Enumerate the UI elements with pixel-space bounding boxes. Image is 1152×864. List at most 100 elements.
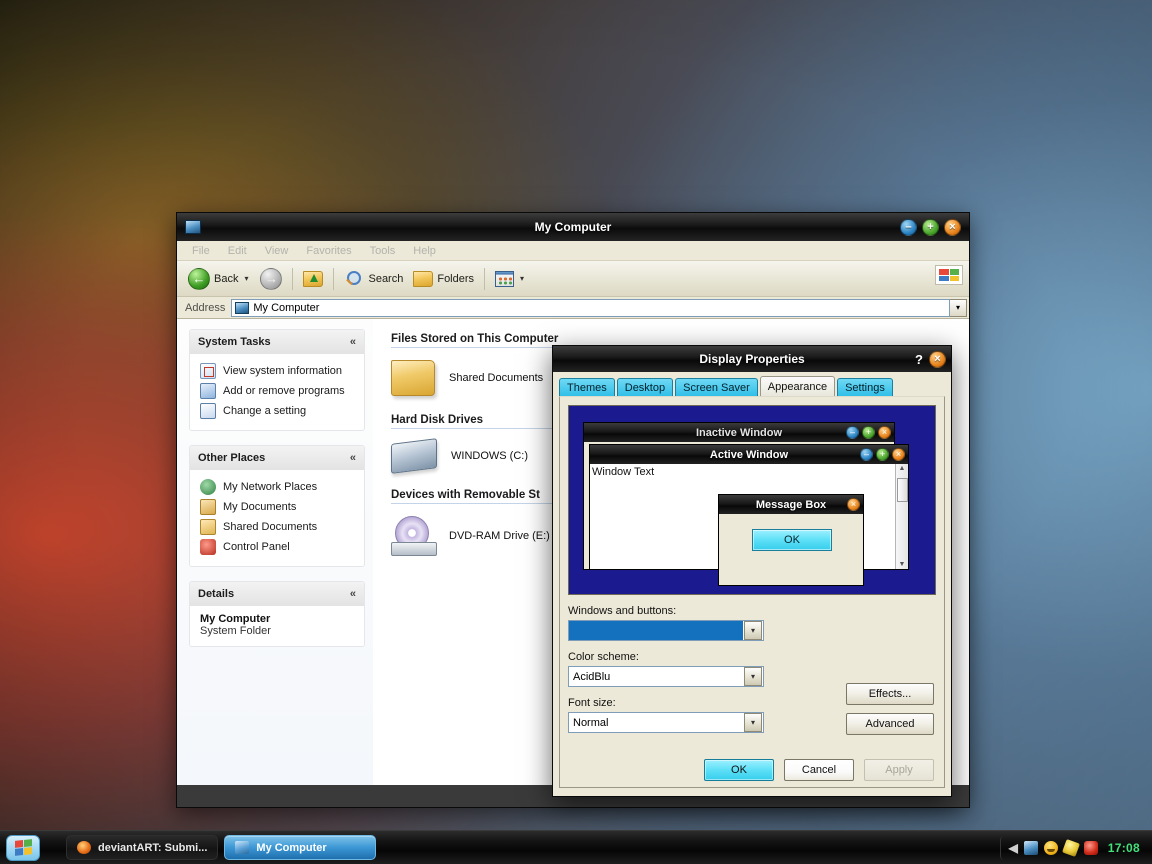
change-setting-icon [200, 403, 216, 419]
apply-button[interactable]: Apply [864, 759, 934, 781]
magic-wand-icon[interactable] [1061, 838, 1080, 857]
network-icon[interactable] [1023, 840, 1038, 855]
search-button[interactable]: Search [339, 268, 408, 290]
toolbar-separator-3 [484, 267, 486, 290]
my-computer-icon [235, 841, 250, 854]
sidebar-item-shared-documents[interactable]: Shared Documents [200, 517, 356, 537]
preview-maximize-icon: + [862, 426, 875, 439]
windows-and-buttons-value [569, 621, 743, 640]
messenger-icon[interactable] [1043, 840, 1058, 855]
close-button[interactable]: × [944, 218, 961, 236]
preview-messagebox-title: Message Box [755, 498, 827, 511]
folder-up-icon [303, 270, 324, 287]
taskbar-item-label: My Computer [256, 841, 327, 854]
start-button[interactable] [6, 834, 40, 861]
sidebar-item-my-documents[interactable]: My Documents [200, 497, 356, 517]
font-size-value: Normal [573, 716, 609, 729]
address-input[interactable]: My Computer [231, 298, 950, 317]
panel-details-header[interactable]: Details « [190, 582, 364, 606]
alert-icon[interactable] [1083, 840, 1098, 855]
preview-close-icon: × [878, 426, 891, 439]
dialog-close-button[interactable]: × [929, 350, 946, 368]
address-value: My Computer [253, 301, 320, 314]
windows-and-buttons-label: Windows and buttons: [568, 605, 677, 617]
chevron-up-icon[interactable]: « [350, 336, 356, 348]
system-info-icon [200, 363, 216, 379]
list-item-label: DVD-RAM Drive (E:) [449, 530, 550, 542]
menu-edit[interactable]: Edit [219, 245, 256, 257]
dialog-titlebar[interactable]: Display Properties ? × [553, 346, 951, 372]
back-dropdown-icon[interactable]: ▾ [242, 274, 250, 283]
menu-help[interactable]: Help [404, 245, 445, 257]
taskbar-clock[interactable]: 17:08 [1104, 841, 1140, 855]
menu-file[interactable]: File [183, 245, 219, 257]
panel-title: Other Places [198, 452, 266, 464]
chevron-down-icon[interactable]: ▾ [744, 713, 762, 732]
sidebar-item-my-network-places[interactable]: My Network Places [200, 477, 356, 497]
sidebar-item-view-system-information[interactable]: View system information [200, 361, 356, 381]
folders-button[interactable]: Folders [408, 269, 479, 289]
address-bar: Address My Computer ▾ [177, 297, 969, 319]
panel-details: Details « My Computer System Folder [189, 581, 365, 647]
tab-themes[interactable]: Themes [559, 378, 615, 396]
effects-button[interactable]: Effects... [846, 683, 934, 705]
views-icon [495, 270, 515, 287]
menu-favorites[interactable]: Favorites [297, 245, 360, 257]
chevron-down-icon[interactable]: ▾ [744, 667, 762, 686]
views-dropdown-icon[interactable]: ▾ [518, 274, 526, 283]
font-size-select[interactable]: Normal ▾ [568, 712, 764, 733]
list-item-label: Shared Documents [449, 372, 544, 384]
preview-active-titlebar: Active Window – + × [590, 445, 908, 464]
back-button[interactable]: ← Back ▾ [183, 266, 255, 292]
tab-desktop[interactable]: Desktop [616, 378, 674, 396]
address-dropdown-icon[interactable]: ▾ [950, 298, 967, 317]
address-label: Address [185, 301, 226, 314]
taskbar-item-deviantart[interactable]: deviantART: Submi... [66, 835, 219, 860]
tab-appearance[interactable]: Appearance [759, 376, 836, 396]
color-scheme-select[interactable]: AcidBlu ▾ [568, 666, 764, 687]
chevron-up-icon[interactable]: « [350, 588, 356, 600]
up-button[interactable] [298, 269, 328, 289]
tab-settings[interactable]: Settings [837, 378, 893, 396]
help-button[interactable]: ? [915, 352, 923, 367]
toolbar-separator-2 [333, 267, 335, 290]
forward-button[interactable]: → [255, 266, 287, 292]
panel-system-tasks-header[interactable]: System Tasks « [190, 330, 364, 354]
maximize-button[interactable]: + [922, 218, 939, 236]
taskbar-item-my-computer[interactable]: My Computer [224, 835, 377, 860]
views-button[interactable]: ▾ [490, 269, 531, 289]
menu-bar: File Edit View Favorites Tools Help [177, 241, 969, 261]
preview-active-client: Window Text Message Box × OK ▲ ▼ [590, 464, 908, 586]
explorer-titlebar[interactable]: My Computer – + × [177, 213, 969, 241]
scroll-thumb [897, 478, 908, 502]
shared-documents-icon [200, 519, 216, 535]
windows-flag-icon [14, 839, 32, 856]
chevron-down-icon[interactable]: ▾ [744, 621, 762, 640]
preview-scrollbar: ▲ ▼ [895, 464, 908, 569]
appearance-preview[interactable]: Inactive Window – + × Active Window – + … [568, 405, 936, 595]
firefox-icon [77, 841, 91, 854]
advanced-button[interactable]: Advanced [846, 713, 934, 735]
dvd-drive-icon [391, 516, 437, 556]
minimize-button[interactable]: – [900, 218, 917, 236]
ok-button[interactable]: OK [704, 759, 774, 781]
sidebar-item-control-panel[interactable]: Control Panel [200, 537, 356, 557]
menu-view[interactable]: View [256, 245, 298, 257]
menu-tools[interactable]: Tools [361, 245, 405, 257]
sidebar-item-change-a-setting[interactable]: Change a setting [200, 401, 356, 421]
cancel-button[interactable]: Cancel [784, 759, 854, 781]
control-panel-icon [200, 539, 216, 555]
panel-other-places-header[interactable]: Other Places « [190, 446, 364, 470]
sidebar-item-add-or-remove-programs[interactable]: Add or remove programs [200, 381, 356, 401]
hard-disk-icon [391, 438, 437, 474]
dialog-footer: OK Cancel Apply [560, 759, 944, 781]
preview-inactive-titlebar: Inactive Window – + × [584, 423, 894, 442]
windows-and-buttons-select[interactable]: ▾ [568, 620, 764, 641]
address-my-computer-icon [235, 301, 250, 314]
taskbar: deviantART: Submi... My Computer ◀ 17:08 [0, 830, 1152, 864]
details-name: My Computer [200, 613, 271, 625]
tab-screen-saver[interactable]: Screen Saver [675, 378, 758, 396]
sidebar-item-label: Change a setting [223, 405, 307, 417]
tray-expand-icon[interactable]: ◀ [1009, 841, 1018, 855]
chevron-up-icon[interactable]: « [350, 452, 356, 464]
